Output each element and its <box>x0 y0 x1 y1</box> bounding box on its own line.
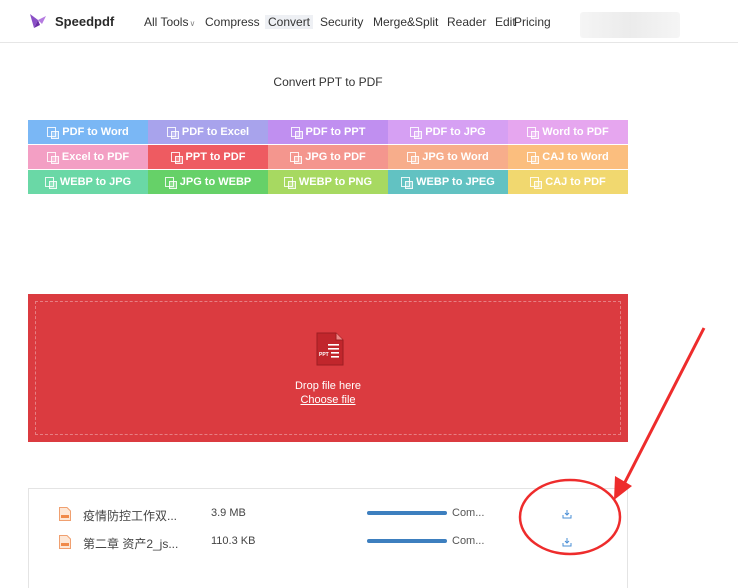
progress-fill <box>367 539 447 543</box>
document-icon <box>530 177 543 189</box>
page-title: Convert PPT to PDF <box>273 75 383 89</box>
download-icon[interactable] <box>562 509 572 519</box>
document-icon <box>59 507 71 521</box>
nav-merge-split[interactable]: Merge&Split <box>373 15 438 29</box>
list-item: 疫情防控工作双... 3.9 MB Com... <box>29 504 629 524</box>
arrow-line <box>620 327 706 489</box>
tool-word-to-pdf[interactable]: Word to PDF <box>508 120 628 144</box>
progress-bar <box>367 539 447 543</box>
file-name: 疫情防控工作双... <box>83 509 178 523</box>
tool-pdf-to-ppt[interactable]: PDF to PPT <box>268 120 388 144</box>
tool-caj-to-word[interactable]: CAJ to Word <box>508 145 628 169</box>
tool-pdf-to-jpg[interactable]: PDF to JPG <box>388 120 508 144</box>
butterfly-logo-icon <box>30 14 46 28</box>
document-icon <box>290 127 303 139</box>
brand-logo[interactable]: Speedpdf <box>28 11 114 31</box>
tool-excel-to-pdf[interactable]: Excel to PDF <box>28 145 148 169</box>
nav-convert[interactable]: Convert <box>265 15 314 29</box>
file-status: Com... <box>452 535 485 547</box>
tool-pdf-to-word[interactable]: PDF to Word <box>28 120 148 144</box>
file-name: 第二章 资产2_js... <box>83 537 179 551</box>
tool-ppt-to-pdf[interactable]: PPT to PDF <box>148 145 268 169</box>
document-icon <box>283 177 296 189</box>
file-drop-zone[interactable]: PPT Drop file here Choose file <box>28 294 628 442</box>
tool-webp-to-png[interactable]: WEBP to PNG <box>268 170 388 194</box>
ppt-file-icon: PPT <box>316 332 344 366</box>
nav-edit[interactable]: Edit <box>495 15 516 29</box>
drop-file-text: Drop file here <box>294 380 362 392</box>
nav-pricing[interactable]: Pricing <box>514 15 551 29</box>
chevron-down-icon: ∨ <box>189 19 196 28</box>
nav-compress[interactable]: Compress <box>205 15 260 29</box>
tool-pdf-to-excel[interactable]: PDF to Excel <box>148 120 268 144</box>
document-icon <box>407 152 420 164</box>
document-icon <box>46 152 59 164</box>
nav-security[interactable]: Security <box>320 15 363 29</box>
svg-text:PPT: PPT <box>319 352 329 358</box>
uploaded-file-list: 疫情防控工作双... 3.9 MB Com... 第二章 资产2_js... 1… <box>28 488 628 588</box>
document-icon <box>164 177 177 189</box>
document-icon <box>527 127 540 139</box>
progress-bar <box>367 511 447 515</box>
tool-jpg-to-word[interactable]: JPG to Word <box>388 145 508 169</box>
download-icon[interactable] <box>562 537 572 547</box>
progress-fill <box>367 511 447 515</box>
drop-zone-border <box>35 301 621 435</box>
brand-name: Speedpdf <box>55 13 115 29</box>
document-icon <box>401 177 414 189</box>
file-size: 110.3 KB <box>211 535 256 547</box>
file-size: 3.9 MB <box>211 507 246 519</box>
nav-all-tools[interactable]: All Tools∨ <box>144 15 195 29</box>
top-header: Speedpdf All Tools∨ Compress Convert Sec… <box>0 0 738 43</box>
document-icon <box>527 152 540 164</box>
tool-webp-to-jpg[interactable]: WEBP to JPG <box>28 170 148 194</box>
document-icon <box>170 152 183 164</box>
document-icon <box>290 152 303 164</box>
tool-webp-to-jpeg[interactable]: WEBP to JPEG <box>388 170 508 194</box>
tool-caj-to-pdf[interactable]: CAJ to PDF <box>508 170 628 194</box>
account-area[interactable] <box>580 12 680 38</box>
document-icon <box>59 535 71 549</box>
tool-jpg-to-pdf[interactable]: JPG to PDF <box>268 145 388 169</box>
choose-file-link[interactable]: Choose file <box>28 394 628 406</box>
document-icon <box>166 127 179 139</box>
list-item: 第二章 资产2_js... 110.3 KB Com... <box>29 532 629 552</box>
document-icon <box>44 177 57 189</box>
nav-reader[interactable]: Reader <box>447 15 486 29</box>
document-icon <box>410 127 423 139</box>
file-status: Com... <box>452 507 485 519</box>
document-icon <box>47 127 60 139</box>
tool-jpg-to-webp[interactable]: JPG to WEBP <box>148 170 268 194</box>
